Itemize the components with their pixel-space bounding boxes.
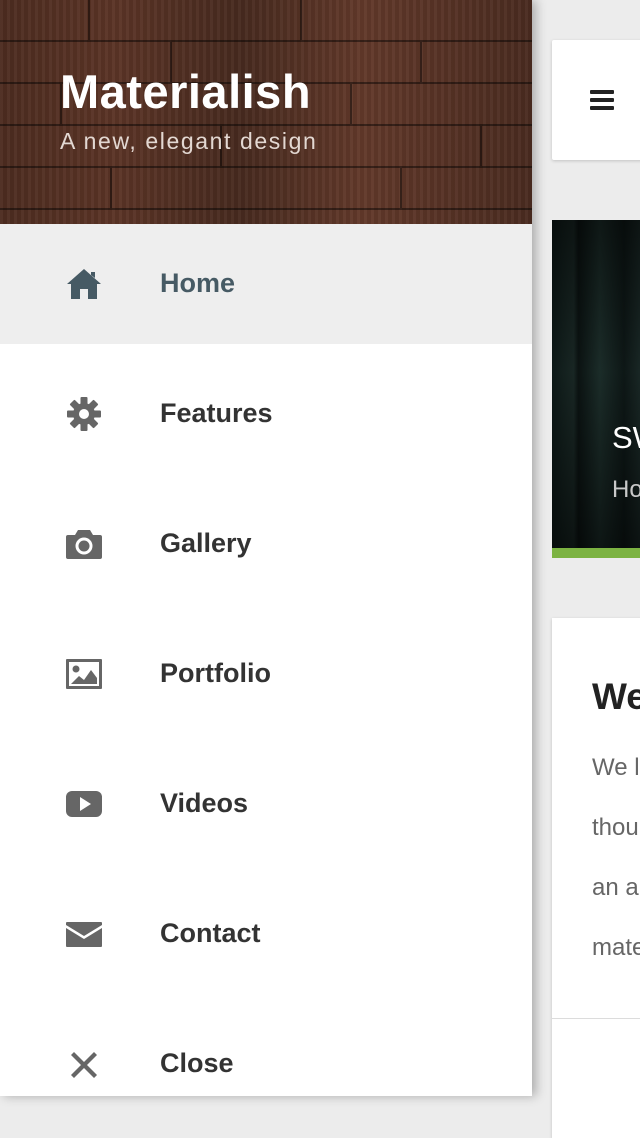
nav-item-label: Gallery: [160, 528, 252, 558]
card-text-line: We l: [592, 754, 640, 781]
slider-progress-bar: [552, 548, 640, 558]
app-title: Materialish: [60, 65, 312, 118]
card-text-line: thou: [592, 814, 639, 841]
welcome-card: We We l thou an a mate: [552, 618, 640, 1138]
gear-icon: [64, 394, 104, 434]
camera-icon: [64, 524, 104, 564]
nav-item-label: Features: [160, 398, 273, 428]
envelope-icon: [64, 914, 104, 954]
nav-item-videos[interactable]: Videos: [0, 744, 532, 864]
drawer-nav: Home Features Gallery Portfolio Videos C…: [0, 224, 532, 1096]
nav-item-label: Contact: [160, 918, 261, 948]
close-icon: [64, 1044, 104, 1084]
nav-item-label: Portfolio: [160, 658, 271, 688]
hero-slider[interactable]: SW Ho: [552, 220, 640, 558]
card-text-line: an a: [592, 874, 639, 901]
home-icon: [64, 264, 104, 304]
drawer-header: Materialish A new, elegant design: [0, 0, 532, 224]
card-text-line: mate: [592, 934, 640, 961]
slide-title: SW: [612, 420, 640, 455]
top-app-bar: [552, 40, 640, 160]
nav-item-label: Videos: [160, 788, 249, 818]
slide-subtitle: Ho: [612, 476, 640, 503]
nav-item-home[interactable]: Home: [0, 224, 532, 344]
nav-item-close[interactable]: Close: [0, 1004, 532, 1096]
nav-item-contact[interactable]: Contact: [0, 874, 532, 994]
nav-item-label: Home: [160, 268, 236, 298]
card-divider: [552, 1018, 640, 1019]
hamburger-menu-icon[interactable]: [590, 90, 614, 110]
nav-item-features[interactable]: Features: [0, 354, 532, 474]
card-title: We: [592, 676, 640, 717]
app-tagline: A new, elegant design: [60, 128, 318, 154]
nav-item-gallery[interactable]: Gallery: [0, 484, 532, 604]
nav-item-label: Close: [160, 1048, 234, 1078]
nav-item-portfolio[interactable]: Portfolio: [0, 614, 532, 734]
navigation-drawer: Materialish A new, elegant design Home F…: [0, 0, 532, 1096]
image-icon: [64, 654, 104, 694]
youtube-play-icon: [64, 784, 104, 824]
